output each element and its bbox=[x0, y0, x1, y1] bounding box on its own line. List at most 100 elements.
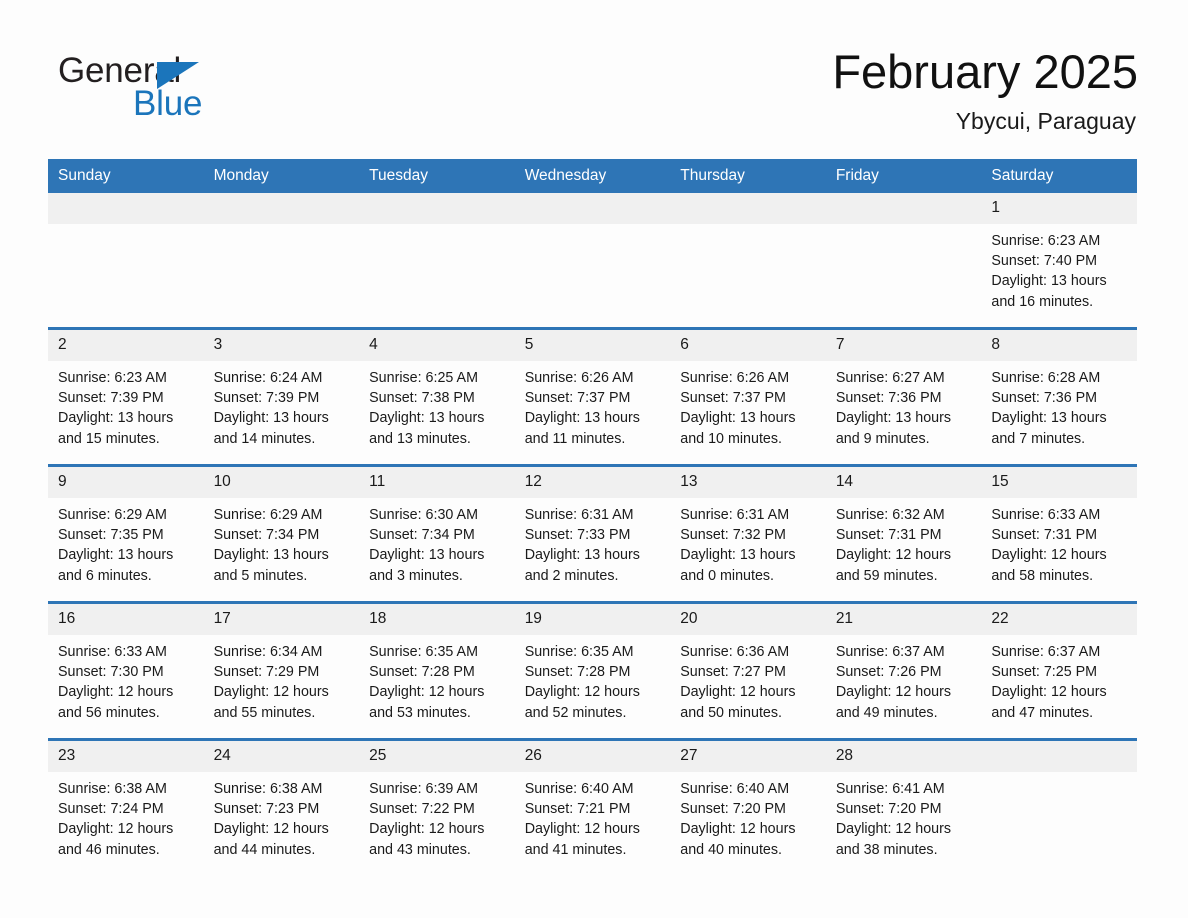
calendar-day-cell[interactable]: 6 Sunrise: 6:26 AM Sunset: 7:37 PM Daylight… bbox=[670, 327, 826, 466]
day-number bbox=[670, 193, 826, 224]
daylight-text-line1: Daylight: 12 hours bbox=[524, 821, 640, 838]
daylight-text-line2: and 52 minutes. bbox=[524, 704, 627, 721]
day-details: Sunrise: 6:31 AM Sunset: 7:33 PM Daylight:… bbox=[515, 498, 671, 586]
calendar-week-row: 1 Sunrise: 6:23 AM Sunset: 7:40 PM Daylight… bbox=[48, 193, 1137, 329]
sunset-text: Sunset: 7:25 PM bbox=[991, 664, 1098, 681]
calendar-day-cell[interactable]: 28 Sunrise: 6:41 AM Sunset: 7:20 PM Dayligh… bbox=[825, 738, 982, 875]
weekday-header-thursday: Thursday bbox=[670, 159, 826, 193]
sunset-text: Sunset: 7:37 PM bbox=[524, 390, 631, 407]
calendar-day-cell[interactable]: 23 Sunrise: 6:38 AM Sunset: 7:24 PM Dayligh… bbox=[48, 738, 204, 875]
sunset-text: Sunset: 7:33 PM bbox=[524, 527, 631, 544]
calendar-day-cell[interactable]: 24 Sunrise: 6:38 AM Sunset: 7:23 PM Dayligh… bbox=[203, 738, 360, 875]
calendar-day-cell[interactable]: 5 Sunrise: 6:26 AM Sunset: 7:37 PM Daylight… bbox=[514, 327, 671, 466]
sunset-text: Sunset: 7:39 PM bbox=[58, 390, 164, 407]
day-number: 24 bbox=[203, 741, 360, 772]
calendar-day-cell[interactable]: 2 Sunrise: 6:23 AM Sunset: 7:39 PM Daylight… bbox=[48, 327, 204, 466]
day-number: 28 bbox=[825, 741, 982, 772]
sunrise-text: Sunrise: 6:40 AM bbox=[680, 781, 790, 797]
daylight-text-line1: Daylight: 13 hours bbox=[213, 410, 329, 427]
calendar-day-cell[interactable] bbox=[359, 193, 515, 329]
calendar-day-cell[interactable]: 3 Sunrise: 6:24 AM Sunset: 7:39 PM Daylight… bbox=[203, 327, 360, 466]
calendar-day-cell[interactable]: 12 Sunrise: 6:31 AM Sunset: 7:33 PM Dayligh… bbox=[514, 464, 671, 603]
day-details: Sunrise: 6:35 AM Sunset: 7:28 PM Daylight:… bbox=[515, 635, 671, 723]
calendar-table: Sunday Monday Tuesday Wednesday Thursday… bbox=[48, 159, 1137, 875]
calendar-day-cell[interactable] bbox=[670, 193, 826, 329]
calendar-day-cell[interactable]: 22 Sunrise: 6:37 AM Sunset: 7:25 PM Dayligh… bbox=[981, 601, 1137, 740]
calendar-day-cell[interactable]: 21 Sunrise: 6:37 AM Sunset: 7:26 PM Dayligh… bbox=[825, 601, 982, 740]
day-number: 5 bbox=[514, 330, 671, 361]
daylight-text-line2: and 40 minutes. bbox=[680, 841, 782, 858]
day-details: Sunrise: 6:34 AM Sunset: 7:29 PM Daylight:… bbox=[204, 635, 360, 723]
weekday-header-monday: Monday bbox=[203, 159, 360, 193]
calendar-day-cell[interactable]: 13 Sunrise: 6:31 AM Sunset: 7:32 PM Dayligh… bbox=[670, 464, 826, 603]
daylight-text-line1: Daylight: 12 hours bbox=[369, 684, 485, 701]
sunrise-text: Sunrise: 6:29 AM bbox=[58, 507, 167, 523]
calendar-day-cell[interactable] bbox=[514, 193, 671, 329]
daylight-text-line1: Daylight: 12 hours bbox=[680, 684, 796, 701]
sunrise-text: Sunrise: 6:40 AM bbox=[524, 781, 634, 797]
calendar-day-cell[interactable]: 10 Sunrise: 6:29 AM Sunset: 7:34 PM Dayligh… bbox=[203, 464, 360, 603]
daylight-text-line1: Daylight: 13 hours bbox=[369, 410, 485, 427]
daylight-text-line2: and 50 minutes. bbox=[680, 704, 782, 721]
daylight-text-line2: and 10 minutes. bbox=[680, 430, 782, 447]
calendar-grid: Sunday Monday Tuesday Wednesday Thursday… bbox=[48, 159, 1137, 875]
day-number: 19 bbox=[514, 604, 671, 635]
daylight-text-line2: and 3 minutes. bbox=[369, 567, 463, 584]
daylight-text-line2: and 53 minutes. bbox=[369, 704, 471, 721]
calendar-day-cell[interactable]: 17 Sunrise: 6:34 AM Sunset: 7:29 PM Dayligh… bbox=[203, 601, 360, 740]
calendar-day-cell[interactable]: 20 Sunrise: 6:36 AM Sunset: 7:27 PM Dayligh… bbox=[670, 601, 826, 740]
sunrise-text: Sunrise: 6:33 AM bbox=[991, 507, 1101, 523]
daylight-text-line1: Daylight: 13 hours bbox=[835, 410, 952, 427]
calendar-day-cell[interactable] bbox=[203, 193, 360, 329]
calendar-day-cell[interactable]: 25 Sunrise: 6:39 AM Sunset: 7:22 PM Dayligh… bbox=[359, 738, 515, 875]
calendar-day-cell[interactable]: 1 Sunrise: 6:23 AM Sunset: 7:40 PM Daylight… bbox=[981, 193, 1137, 329]
calendar-day-cell[interactable]: 7 Sunrise: 6:27 AM Sunset: 7:36 PM Daylight… bbox=[825, 327, 982, 466]
page-title: February 2025 bbox=[832, 45, 1138, 98]
daylight-text-line1: Daylight: 12 hours bbox=[58, 684, 174, 701]
daylight-text-line1: Daylight: 12 hours bbox=[680, 821, 796, 838]
daylight-text-line1: Daylight: 12 hours bbox=[369, 821, 485, 838]
daylight-text-line1: Daylight: 13 hours bbox=[369, 547, 485, 564]
day-number: 25 bbox=[359, 741, 515, 772]
calendar-day-cell[interactable]: 4 Sunrise: 6:25 AM Sunset: 7:38 PM Daylight… bbox=[359, 327, 515, 466]
sunrise-text: Sunrise: 6:37 AM bbox=[991, 644, 1101, 660]
daylight-text-line2: and 9 minutes. bbox=[835, 430, 930, 447]
calendar-day-cell[interactable] bbox=[981, 738, 1137, 875]
sunset-text: Sunset: 7:32 PM bbox=[680, 527, 786, 544]
day-details: Sunrise: 6:36 AM Sunset: 7:27 PM Daylight:… bbox=[670, 635, 826, 723]
daylight-text-line1: Daylight: 13 hours bbox=[213, 547, 329, 564]
daylight-text-line1: Daylight: 12 hours bbox=[524, 684, 640, 701]
day-number: 15 bbox=[981, 467, 1137, 498]
sunrise-text: Sunrise: 6:38 AM bbox=[58, 781, 167, 797]
general-blue-logo[interactable]: General Blue bbox=[58, 52, 258, 132]
daylight-text-line1: Daylight: 12 hours bbox=[991, 547, 1107, 564]
day-number: 13 bbox=[670, 467, 826, 498]
calendar-day-cell[interactable]: 9 Sunrise: 6:29 AM Sunset: 7:35 PM Daylight… bbox=[48, 464, 204, 603]
sunrise-text: Sunrise: 6:26 AM bbox=[680, 370, 790, 386]
calendar-day-cell[interactable]: 11 Sunrise: 6:30 AM Sunset: 7:34 PM Dayligh… bbox=[359, 464, 515, 603]
calendar-day-cell[interactable]: 26 Sunrise: 6:40 AM Sunset: 7:21 PM Dayligh… bbox=[514, 738, 671, 875]
day-number: 4 bbox=[359, 330, 515, 361]
day-number: 14 bbox=[825, 467, 982, 498]
day-number: 20 bbox=[670, 604, 826, 635]
calendar-day-cell[interactable]: 16 Sunrise: 6:33 AM Sunset: 7:30 PM Dayligh… bbox=[48, 601, 204, 740]
title-block: February 2025 Ybycui, Paraguay bbox=[832, 44, 1138, 136]
daylight-text-line1: Daylight: 12 hours bbox=[213, 821, 329, 838]
day-number bbox=[514, 193, 671, 224]
calendar-day-cell[interactable]: 8 Sunrise: 6:28 AM Sunset: 7:36 PM Daylight… bbox=[981, 327, 1137, 466]
daylight-text-line1: Daylight: 13 hours bbox=[991, 273, 1107, 290]
calendar-day-cell[interactable] bbox=[48, 193, 204, 329]
calendar-day-cell[interactable]: 27 Sunrise: 6:40 AM Sunset: 7:20 PM Dayligh… bbox=[670, 738, 826, 875]
weekday-header-sunday: Sunday bbox=[48, 159, 204, 193]
sunrise-text: Sunrise: 6:39 AM bbox=[369, 781, 478, 797]
calendar-day-cell[interactable]: 18 Sunrise: 6:35 AM Sunset: 7:28 PM Dayligh… bbox=[359, 601, 515, 740]
day-number: 16 bbox=[48, 604, 204, 635]
daylight-text-line1: Daylight: 12 hours bbox=[835, 684, 952, 701]
day-details: Sunrise: 6:24 AM Sunset: 7:39 PM Daylight:… bbox=[204, 361, 360, 449]
sunset-text: Sunset: 7:24 PM bbox=[58, 801, 164, 818]
calendar-day-cell[interactable]: 19 Sunrise: 6:35 AM Sunset: 7:28 PM Dayligh… bbox=[514, 601, 671, 740]
calendar-day-cell[interactable]: 14 Sunrise: 6:32 AM Sunset: 7:31 PM Dayligh… bbox=[825, 464, 982, 603]
calendar-day-cell[interactable]: 15 Sunrise: 6:33 AM Sunset: 7:31 PM Dayligh… bbox=[981, 464, 1137, 603]
daylight-text-line2: and 16 minutes. bbox=[991, 293, 1094, 310]
calendar-day-cell[interactable] bbox=[825, 193, 982, 329]
